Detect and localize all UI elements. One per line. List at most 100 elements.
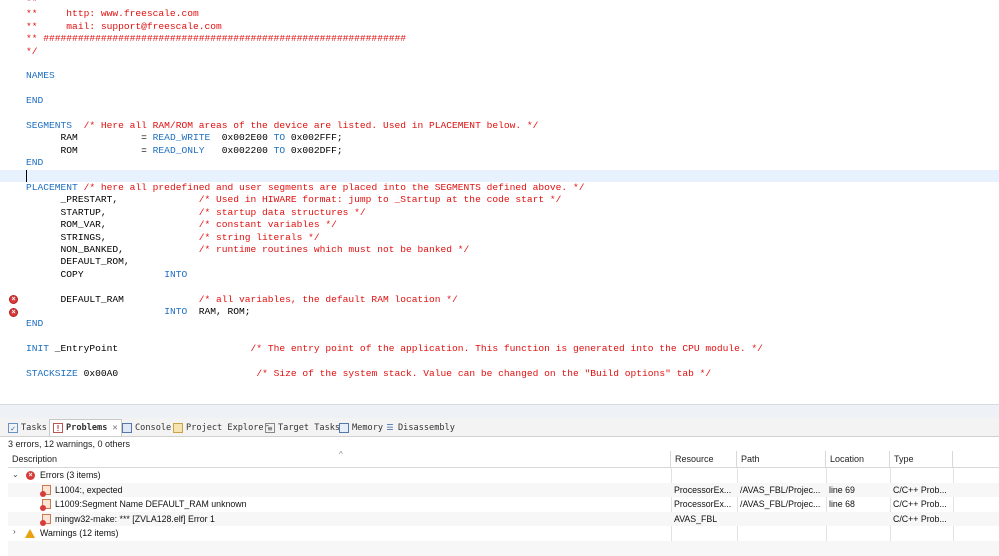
tree-group-errors[interactable]: ⌄ × Errors (3 items) <box>8 468 999 483</box>
tab-disassembly[interactable]: ☰ Disassembly <box>385 419 455 436</box>
code-token: RAM, ROM; <box>187 306 251 317</box>
table-row[interactable]: L1009:Segment Name DEFAULT_RAM unknown P… <box>8 497 999 512</box>
chevron-right-icon[interactable]: › <box>13 527 16 536</box>
code-line-text: INTO RAM, ROM; <box>26 306 251 318</box>
code-line[interactable]: COPY INTO <box>0 269 999 281</box>
error-marker-icon[interactable]: × <box>9 295 18 305</box>
error-file-icon <box>40 499 51 512</box>
code-line-text: SEGMENTS /* Here all RAM/ROM areas of th… <box>26 120 538 132</box>
code-line[interactable]: ** #####################################… <box>0 33 999 45</box>
group-label: Errors (3 items) <box>40 470 101 480</box>
code-token: END <box>26 157 44 169</box>
problem-description: L1009:Segment Name DEFAULT_RAM unknown <box>55 499 247 510</box>
code-token: INTO <box>164 268 188 280</box>
code-token: READ_ONLY <box>152 144 205 156</box>
problem-path: /AVAS_FBL/Projec... <box>740 484 821 495</box>
close-icon[interactable]: ✕ <box>112 423 117 433</box>
error-marker-icon[interactable]: × <box>9 307 18 317</box>
code-line[interactable]: PLACEMENT /* here all predefined and use… <box>0 182 999 194</box>
tab-memory[interactable]: Memory <box>339 419 383 436</box>
code-line[interactable]: DEFAULT_ROM, <box>0 256 999 268</box>
code-token: /* here all predefined and user segments… <box>77 182 585 193</box>
code-token: /* constant variables */ <box>198 219 337 231</box>
code-token: /* startup data structures */ <box>198 206 366 218</box>
code-token: /* all variables, the default RAM locati… <box>198 293 458 305</box>
code-line[interactable]: NAMES <box>0 70 999 82</box>
code-token: ROM_VAR, <box>26 219 199 231</box>
tab-console[interactable]: Console <box>122 419 171 436</box>
code-line[interactable] <box>0 83 999 95</box>
code-line[interactable]: STARTUP, /* startup data structures */ <box>0 207 999 219</box>
problem-type: C/C++ Prob... <box>893 484 947 495</box>
problem-description: L1004:, expected <box>55 484 123 495</box>
problem-location <box>826 512 890 527</box>
code-line[interactable]: END <box>0 95 999 107</box>
code-line-text: */ <box>26 46 38 58</box>
column-header-location[interactable]: Location <box>826 451 890 468</box>
tasks-icon: ✓ <box>8 422 18 433</box>
text-caret <box>26 169 27 182</box>
disassembly-icon: ☰ <box>386 422 394 432</box>
table-row[interactable]: mingw32-make: *** [ZVLA128.elf] Error 1 … <box>8 511 999 527</box>
table-row[interactable]: L1004:, expected ProcessorEx... /AVAS_FB… <box>8 482 999 498</box>
code-line[interactable] <box>0 58 999 70</box>
code-line[interactable] <box>0 108 999 120</box>
code-token: INTO <box>164 306 188 317</box>
tab-project-explorer[interactable]: Project Explorer <box>173 419 269 436</box>
code-line[interactable] <box>0 169 999 182</box>
chevron-down-icon[interactable]: ⌄ <box>12 470 19 479</box>
tab-tasks-label: Tasks <box>21 422 47 433</box>
code-token: DEFAULT_RAM <box>26 293 199 305</box>
code-line[interactable]: ROM = READ_ONLY 0x002200 TO 0x002DFF; <box>0 145 999 157</box>
code-token: STACKSIZE <box>26 368 78 379</box>
tab-target-tasks[interactable]: ≡ Target Tasks <box>265 419 340 436</box>
code-token: 0x002FFF; <box>285 132 343 144</box>
tab-tasks[interactable]: ✓ Tasks <box>8 419 47 436</box>
code-line[interactable]: ** http: www.freescale.com <box>0 8 999 20</box>
code-line-text: COPY INTO <box>26 268 188 281</box>
code-line[interactable]: ** mail: support@freescale.com <box>0 21 999 33</box>
column-header-path[interactable]: Path <box>737 451 826 468</box>
problem-path <box>737 512 826 527</box>
code-line[interactable]: SEGMENTS /* Here all RAM/ROM areas of th… <box>0 120 999 132</box>
code-line[interactable] <box>0 281 999 293</box>
code-token: STARTUP, <box>26 206 199 218</box>
code-line[interactable]: ROM_VAR, /* constant variables */ <box>0 219 999 231</box>
code-line[interactable]: */ <box>0 46 999 58</box>
code-line-text: DEFAULT_RAM /* all variables, the defaul… <box>26 294 458 306</box>
panel-splitter[interactable] <box>0 404 999 418</box>
code-line-text: ** #####################################… <box>26 33 406 45</box>
code-token: /* string literals */ <box>198 231 320 243</box>
column-header-type[interactable]: Type <box>890 451 953 468</box>
code-line[interactable] <box>0 331 999 343</box>
code-line-text: STRINGS, /* string literals */ <box>26 232 320 244</box>
table-row-empty <box>8 541 999 556</box>
code-line[interactable]: END <box>0 157 999 169</box>
code-token: STRINGS, <box>26 231 199 243</box>
problem-resource: ProcessorEx... <box>674 499 732 510</box>
code-line[interactable]: NON_BANKED, /* runtime routines which mu… <box>0 244 999 256</box>
code-line[interactable]: RAM = READ_WRITE 0x002E00 TO 0x002FFF; <box>0 132 999 144</box>
code-line-text: ** http: www.freescale.com <box>26 8 199 20</box>
tree-group-warnings[interactable]: › Warnings (12 items) <box>8 526 999 541</box>
tab-problems[interactable]: ! Problems ✕ <box>49 419 122 436</box>
code-lines[interactable]: ** ** http: www.freescale.com ** mail: sup… <box>0 0 999 404</box>
code-line[interactable]: STACKSIZE 0x00A0 /* Size of the system s… <box>0 368 999 380</box>
code-token: /* The entry point of the application. T… <box>250 343 763 355</box>
column-header-resource[interactable]: Resource <box>671 451 737 468</box>
problem-resource: AVAS_FBL <box>674 513 718 524</box>
code-line-text: STACKSIZE 0x00A0 /* Size of the system s… <box>26 368 711 380</box>
code-line[interactable]: STRINGS, /* string literals */ <box>0 232 999 244</box>
problems-table[interactable]: Description ^ Resource Path Location Typ… <box>8 450 999 556</box>
code-line[interactable]: ** <box>0 0 999 8</box>
code-token: NON_BANKED, <box>26 244 199 255</box>
code-token: ROM = <box>26 144 153 156</box>
code-line[interactable]: _PRESTART, /* Used in HIWARE format: jum… <box>0 194 999 206</box>
code-line[interactable]: END <box>0 318 999 330</box>
code-line[interactable] <box>0 356 999 368</box>
code-editor[interactable]: ** ** http: www.freescale.com ** mail: sup… <box>0 0 999 404</box>
code-line[interactable]: INIT _EntryPoint /* The entry point of t… <box>0 343 999 355</box>
code-line[interactable]: INTO RAM, ROM; × <box>0 306 999 318</box>
code-line[interactable]: DEFAULT_RAM /* all variables, the defaul… <box>0 294 999 306</box>
problems-summary: 3 errors, 12 warnings, 0 others <box>8 439 131 449</box>
